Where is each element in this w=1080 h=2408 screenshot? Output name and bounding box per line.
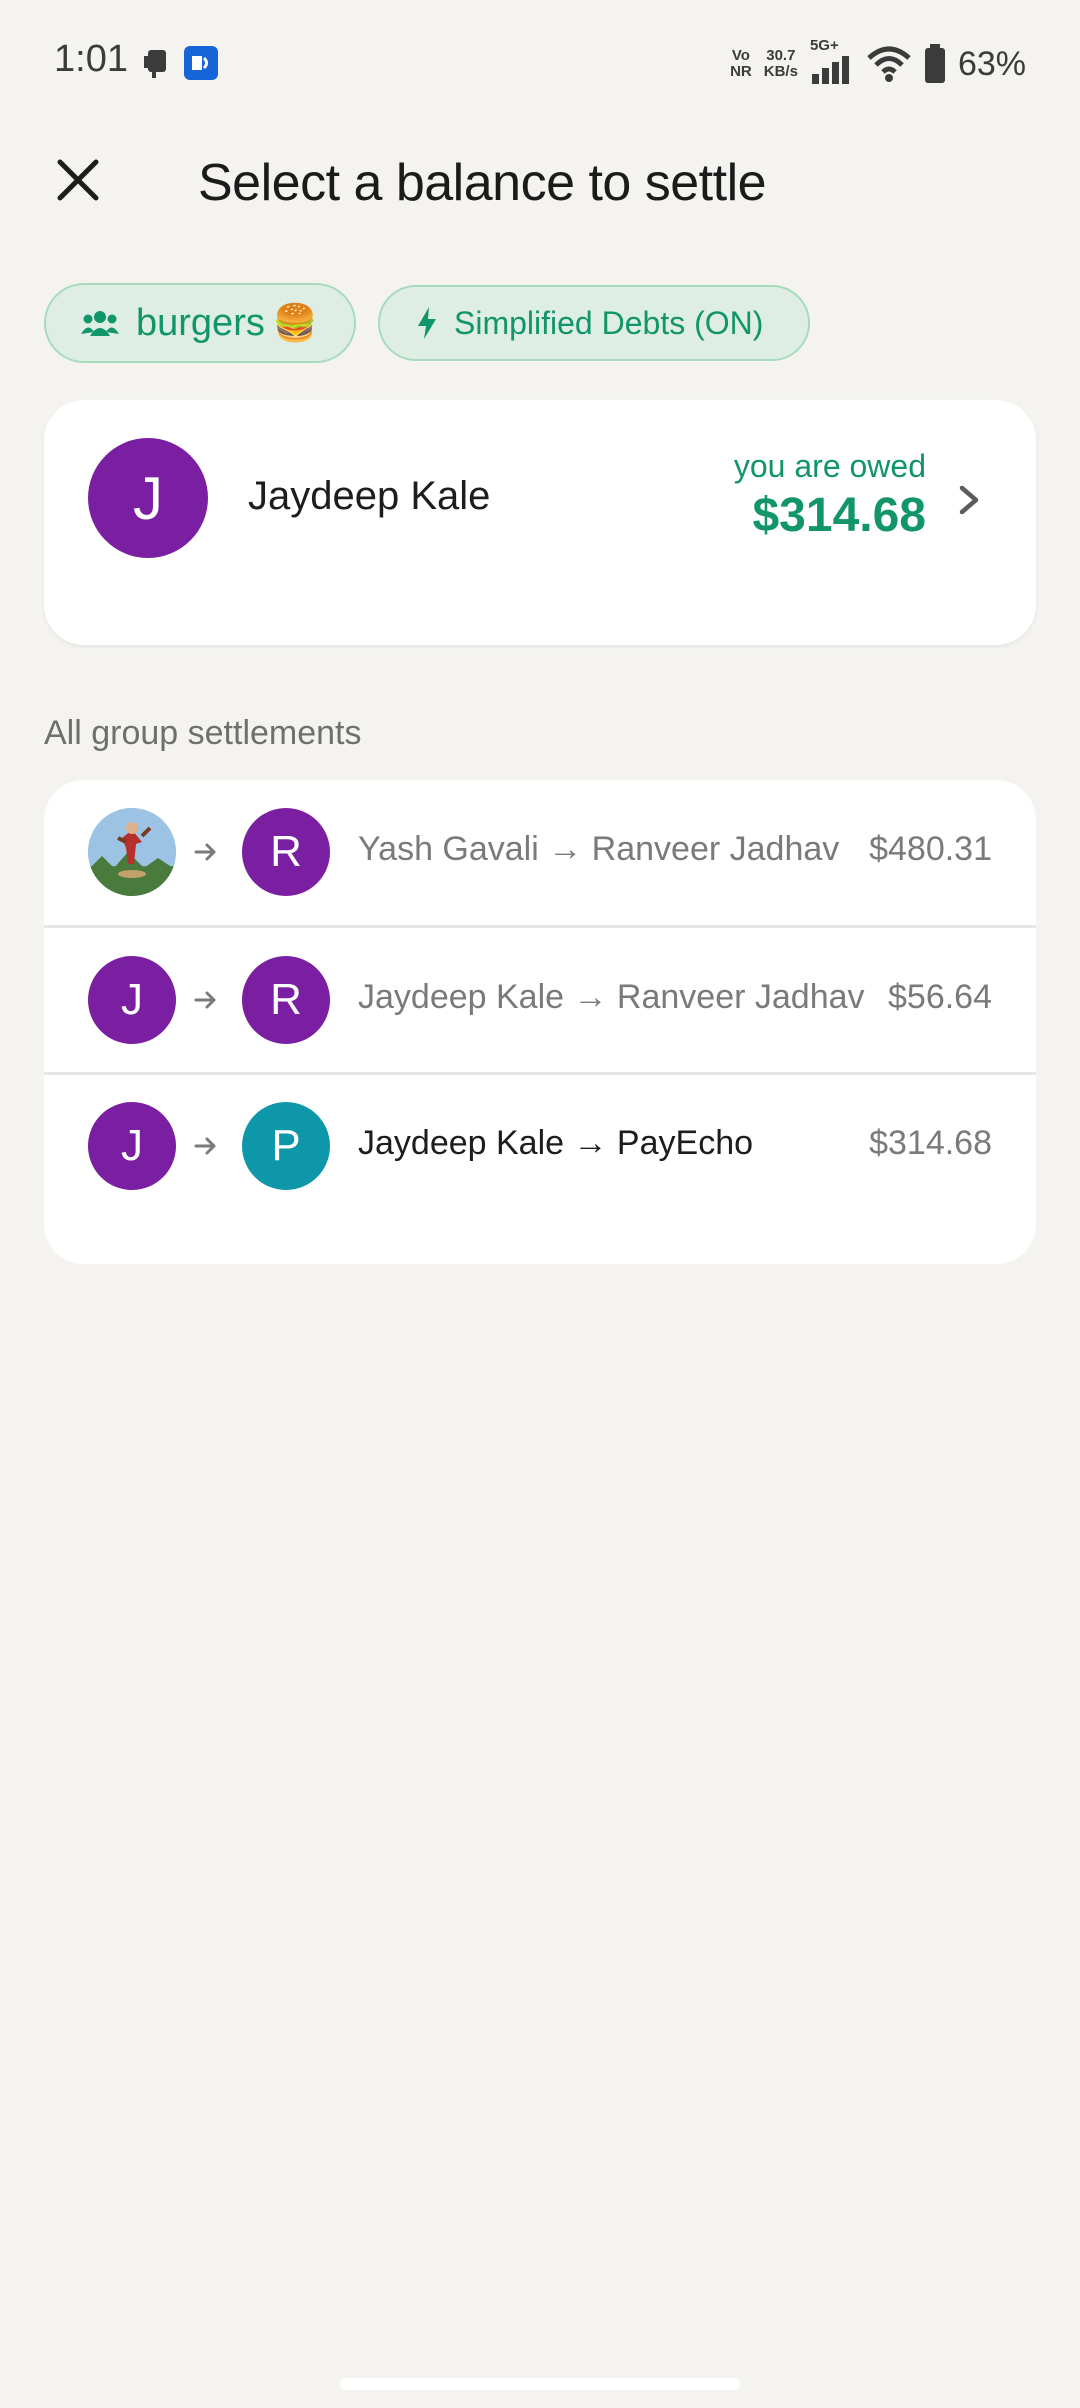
group-icon	[81, 311, 119, 336]
section-title: All group settlements	[44, 714, 362, 752]
settlements-list: R Yash Gavali → Ranveer Jadhav $480.31 J…	[44, 780, 1036, 1264]
settlement-amount: $314.68	[869, 1124, 992, 1162]
home-indicator[interactable]	[340, 2378, 740, 2390]
status-bar: 1:01 Vo NR 30.7 KB/s 5G+ 63%	[0, 0, 1080, 130]
avatar: P	[242, 1102, 330, 1190]
balance-person-name: Jaydeep Kale	[248, 474, 491, 518]
lightning-icon	[418, 307, 436, 339]
group-name: burgers	[136, 301, 265, 344]
simplified-debts-label: Simplified Debts (ON)	[454, 304, 764, 341]
settlement-row[interactable]: J P Jaydeep Kale → PayEcho $314.68	[44, 1074, 1036, 1219]
avatar: R	[242, 956, 330, 1044]
user-photo-avatar	[88, 808, 176, 896]
simplified-debts-chip[interactable]: Simplified Debts (ON)	[378, 285, 810, 361]
settlement-text: Yash Gavali → Ranveer Jadhav	[358, 830, 840, 868]
battery-percentage: 63%	[957, 44, 1026, 83]
avatar: J	[88, 956, 176, 1044]
avatar: J	[88, 438, 208, 558]
arrow-right-icon	[194, 1137, 216, 1155]
device-icon	[144, 50, 166, 78]
settlement-row[interactable]: R Yash Gavali → Ranveer Jadhav $480.31	[44, 780, 1036, 925]
signal-icon: 5G+	[810, 38, 854, 86]
settlement-amount: $480.31	[869, 830, 992, 868]
settlement-amount: $56.64	[888, 978, 992, 1016]
arrow-right-icon	[194, 843, 216, 861]
speed-indicator: 30.7 KB/s	[763, 47, 798, 80]
settlement-row[interactable]: J R Jaydeep Kale → Ranveer Jadhav $56.64	[44, 928, 1036, 1073]
burger-emoji-icon: 🍔	[272, 302, 318, 343]
owed-amount: $314.68	[752, 489, 926, 542]
avatar: J	[88, 1102, 176, 1190]
status-time: 1:01	[54, 38, 128, 80]
battery-icon	[924, 44, 945, 83]
avatar: R	[242, 808, 330, 896]
owed-status-label: you are owed	[733, 448, 926, 484]
arrow-right-icon	[194, 991, 216, 1009]
network-label: Vo NR	[730, 47, 752, 80]
page-title: Select a balance to settle	[198, 154, 767, 212]
chevron-right-icon	[959, 485, 979, 515]
balance-card[interactable]: J Jaydeep Kale you are owed $314.68	[44, 400, 1036, 645]
close-icon[interactable]	[48, 150, 108, 210]
settlement-text: Jaydeep Kale → Ranveer Jadhav	[358, 978, 865, 1016]
settlement-text: Jaydeep Kale → PayEcho	[358, 1124, 754, 1162]
wifi-icon	[867, 46, 911, 82]
group-chip[interactable]: burgers 🍔	[44, 283, 356, 363]
app-notification-icon	[184, 46, 218, 80]
